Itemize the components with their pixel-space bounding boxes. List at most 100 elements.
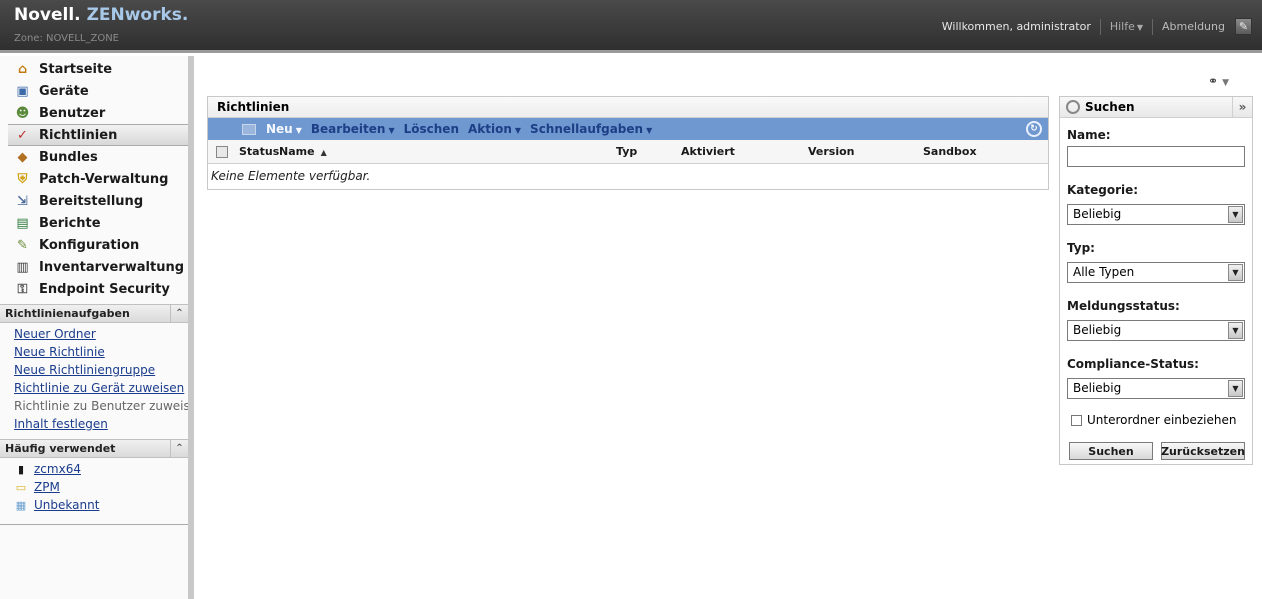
type-label: Typ: <box>1067 241 1095 255</box>
frequent-header: Häufig verwendet ⌃ <box>0 439 188 458</box>
task-link[interactable]: Neue Richtliniengruppe <box>0 361 188 379</box>
nav-item-label: Bereitstellung <box>39 193 144 209</box>
top-banner: Novell. ZENworks. Zone: NOVELL_ZONE Will… <box>0 0 1262 53</box>
nav-item-label: Patch-Verwaltung <box>39 171 169 187</box>
task-link[interactable]: Neue Richtlinie <box>0 343 188 361</box>
name-input[interactable] <box>1067 146 1245 167</box>
policy-tasks-list: Neuer Ordner Neue Richtlinie Neue Richtlin… <box>0 323 188 437</box>
task-link[interactable]: Neuer Ordner <box>0 325 188 343</box>
collapse-button[interactable]: ⌃ <box>170 440 188 457</box>
column-name[interactable]: Name ▲ <box>279 145 327 158</box>
nav-item-label: Geräte <box>39 83 89 99</box>
nav-item-4[interactable]: ◆ Bundles <box>0 146 188 168</box>
nav-item-7[interactable]: ▤ Berichte <box>0 212 188 234</box>
category-select[interactable]: Beliebig ▼ <box>1067 204 1245 225</box>
device-icon: ▮ <box>17 462 25 476</box>
select-all-checkbox[interactable] <box>216 145 228 158</box>
search-panel: Suchen » Name: Kategorie: Beliebig ▼ Typ:… <box>1059 96 1253 465</box>
chevron-down-icon: ▼ <box>514 126 522 135</box>
link-icon: ⚭ <box>1208 74 1219 88</box>
divider <box>1099 18 1101 35</box>
table-header: Status Name ▲ Typ Aktiviert Version Sandb… <box>208 140 1048 164</box>
category-value: Beliebig <box>1073 207 1122 221</box>
nav-item-10[interactable]: ⚿ Endpoint Security <box>0 278 188 300</box>
nav-item-0[interactable]: ⌂ Startseite <box>0 58 188 80</box>
message-status-select[interactable]: Beliebig ▼ <box>1067 320 1245 341</box>
column-version[interactable]: Version <box>808 145 855 158</box>
reset-button[interactable]: Zurücksetzen <box>1161 442 1245 460</box>
nav-item-1[interactable]: ▣ Geräte <box>0 80 188 102</box>
type-select[interactable]: Alle Typen ▼ <box>1067 262 1245 283</box>
nav-item-6[interactable]: ⇲ Bereitstellung <box>0 190 188 212</box>
policies-panel: Richtlinien Neu ▼ Bearbeiten ▼ Löschen Akt… <box>207 96 1049 190</box>
compliance-status-select[interactable]: Beliebig ▼ <box>1067 378 1245 399</box>
message-status-label: Meldungsstatus: <box>1067 299 1180 313</box>
nav-item-5[interactable]: ⛨ Patch-Verwaltung <box>0 168 188 190</box>
nav-item-label: Benutzer <box>39 105 106 121</box>
frequent-item[interactable]: ▭ ZPM <box>0 478 188 496</box>
logo-zen: ZENworks. <box>86 5 189 25</box>
subfolders-label: Unterordner einbeziehen <box>1087 413 1237 427</box>
category-label: Kategorie: <box>1067 183 1139 197</box>
nav-item-label: Endpoint Security <box>39 281 170 297</box>
collapse-button[interactable]: ⌃ <box>170 305 188 322</box>
help-menu[interactable]: Hilfe ▼ <box>1110 20 1143 33</box>
subfolders-option[interactable]: Unterordner einbeziehen <box>1071 413 1237 427</box>
search-title: Suchen <box>1085 100 1135 114</box>
column-enabled[interactable]: Aktiviert <box>681 145 735 158</box>
policy-icon: ✓ <box>17 127 28 143</box>
unknown-icon: ▦ <box>15 498 27 512</box>
double-chevron-up-icon: ⌃ <box>175 443 184 454</box>
tools-button[interactable]: ✎ <box>1235 18 1252 35</box>
folder-up-icon[interactable] <box>242 123 256 135</box>
task-link[interactable]: Inhalt festlegen <box>0 415 188 433</box>
nav-item-9[interactable]: ▥ Inventarverwaltung <box>0 256 188 278</box>
nav-item-label: Berichte <box>39 215 101 231</box>
folder-icon: ▭ <box>15 480 27 494</box>
new-menu[interactable]: Neu ▼ <box>266 122 302 136</box>
nav-item-label: Richtlinien <box>39 127 118 143</box>
column-type[interactable]: Typ <box>616 145 637 158</box>
zenworks-logo: Novell. ZENworks. <box>14 5 188 25</box>
nav-list: ⌂ Startseite ▣ Geräte ☻ Benutzer ✓ Richtlinien ◆… <box>0 56 188 300</box>
sort-ascending-icon: ▲ <box>320 148 327 157</box>
quick-tasks-menu[interactable]: Schnellaufgaben ▼ <box>530 122 652 136</box>
double-chevron-right-icon: » <box>1238 100 1247 114</box>
inventory-icon: ▥ <box>16 259 29 275</box>
frequent-item[interactable]: ▦ Unbekannt <box>0 496 188 514</box>
frequent-list: ▮ zcmx64 ▭ ZPM ▦ Unbekannt <box>0 458 188 518</box>
logout-link[interactable]: Abmeldung <box>1162 20 1225 33</box>
search-button[interactable]: Suchen <box>1069 442 1153 460</box>
column-sandbox[interactable]: Sandbox <box>923 145 977 158</box>
frequent-item-label: ZPM <box>34 480 60 494</box>
nav-item-8[interactable]: ✎ Konfiguration <box>0 234 188 256</box>
chevron-down-icon: ▼ <box>1228 380 1243 397</box>
shield-icon: ⛨ <box>17 171 28 187</box>
deploy-icon: ⇲ <box>17 193 28 209</box>
nav-item-2[interactable]: ☻ Benutzer <box>0 102 188 124</box>
edit-menu[interactable]: Bearbeiten ▼ <box>311 122 395 136</box>
compliance-status-value: Beliebig <box>1073 381 1122 395</box>
nav-item-3[interactable]: ✓ Richtlinien <box>8 124 188 146</box>
column-status[interactable]: Status <box>239 145 279 158</box>
chevron-down-icon: ▼ <box>1228 206 1243 223</box>
task-link[interactable]: Richtlinie zu Gerät zuweisen <box>0 379 188 397</box>
wrench-icon: ✎ <box>17 237 28 253</box>
help-label: Hilfe <box>1109 20 1135 33</box>
action-menu[interactable]: Aktion ▼ <box>468 122 521 136</box>
subfolders-checkbox[interactable] <box>1071 414 1082 426</box>
frequent-item[interactable]: ▮ zcmx64 <box>0 460 188 478</box>
frequent-item-label: zcmx64 <box>34 462 81 476</box>
refresh-icon[interactable]: ↻ <box>1026 121 1042 137</box>
task-link: Richtlinie zu Benutzer zuweisen <box>14 399 188 413</box>
panel-title: Richtlinien <box>208 97 1048 118</box>
chevron-down-icon: ▼ <box>1222 78 1229 88</box>
message-status-value: Beliebig <box>1073 323 1122 337</box>
divider <box>0 524 188 525</box>
delete-button[interactable]: Löschen <box>404 122 459 136</box>
welcome-text: Willkommen, administrator <box>941 20 1091 33</box>
expand-button[interactable]: » <box>1232 97 1252 117</box>
chevron-down-icon: ▼ <box>1228 264 1243 281</box>
link-menu[interactable]: ⚭ ▼ <box>1208 74 1229 88</box>
frequent-title: Häufig verwendet <box>5 442 116 455</box>
